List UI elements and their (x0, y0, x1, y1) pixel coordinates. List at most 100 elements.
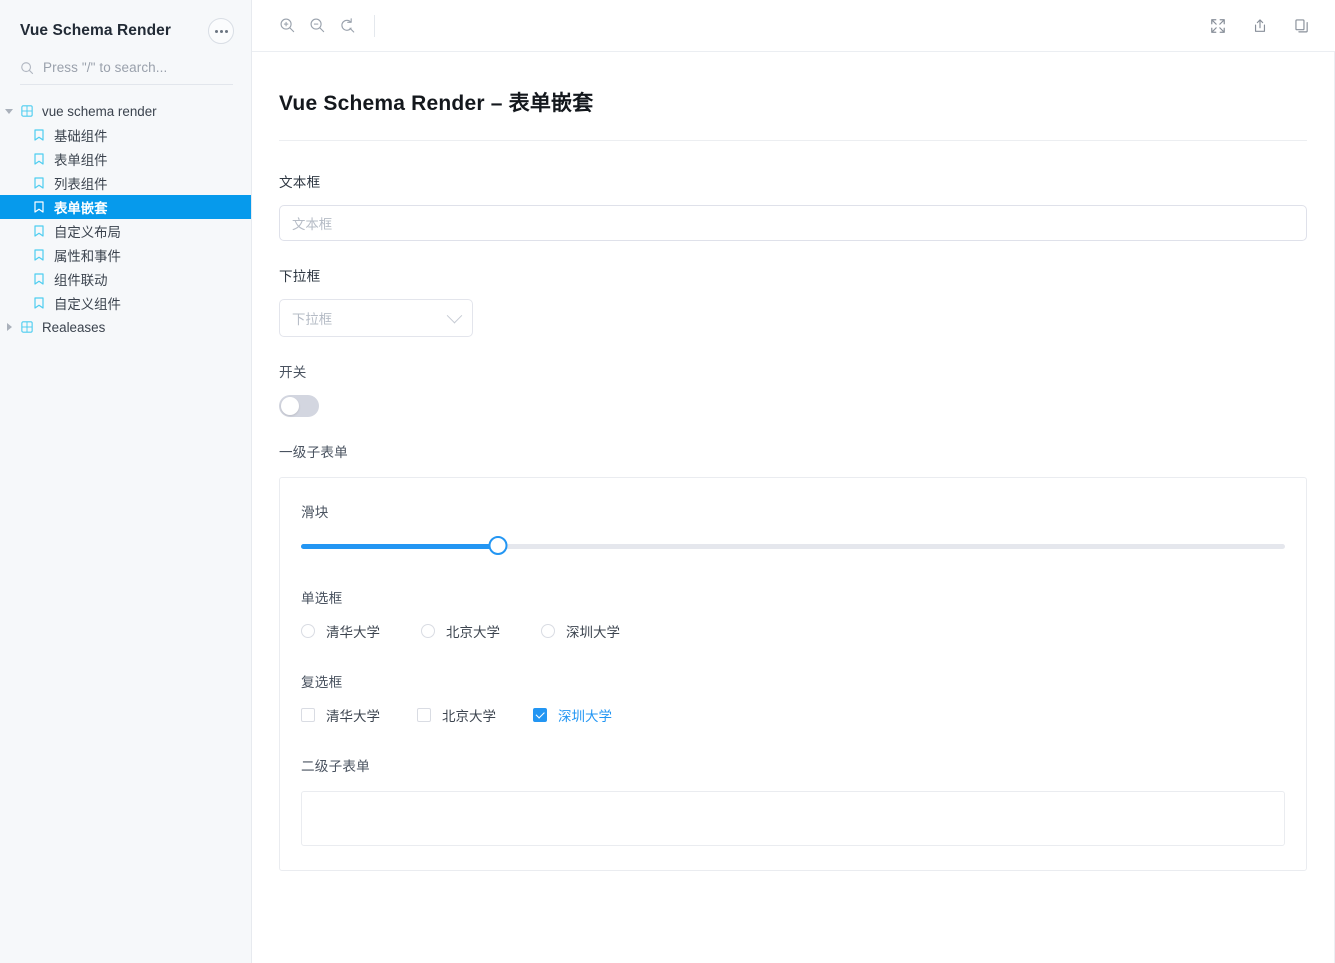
radio-label: 北京大学 (446, 625, 500, 640)
field-label: 滑块 (301, 505, 329, 520)
search-icon (21, 61, 34, 74)
sidebar-header: Vue Schema Render (0, 0, 251, 50)
sidebar-item-label: 基础组件 (54, 129, 108, 144)
sidebar-item-custom-components[interactable]: 自定义组件 (0, 291, 251, 315)
checkbox-icon (417, 708, 431, 722)
bookmark-icon (30, 153, 48, 165)
field-label: 单选框 (301, 591, 343, 606)
main-area: Vue Schema Render – 表单嵌套 文本框 文本框 下拉框 下拉框 (252, 0, 1335, 963)
toolbar (252, 0, 1335, 52)
subform-level1-card: 滑块 单选框 清华大学 北京大学 深圳大学 复选框 清华大学 北京大学 深圳大学… (279, 477, 1307, 871)
checkbox-label: 深圳大学 (558, 709, 612, 724)
slider-fill (301, 544, 498, 549)
chevron-down-icon (446, 307, 463, 323)
chevron-right-icon[interactable] (0, 323, 18, 331)
share-button[interactable] (1245, 11, 1275, 41)
sidebar-item-realeases[interactable]: Realeases (0, 315, 251, 339)
sidebar-item-form-nesting[interactable]: 表单嵌套 (0, 195, 251, 219)
radio-label: 清华大学 (326, 625, 380, 640)
radio-label: 深圳大学 (566, 625, 620, 640)
field-select: 下拉框 下拉框 (279, 265, 1307, 337)
field-checkbox-group: 复选框 清华大学 北京大学 深圳大学 (301, 671, 1285, 725)
toolbar-divider (374, 14, 375, 37)
reset-zoom-button[interactable] (332, 11, 362, 41)
copy-icon (1295, 18, 1308, 32)
bookmark-icon (30, 225, 48, 237)
app-root: Vue Schema Render Press "/" to search... (0, 0, 1335, 963)
sidebar-item-label: 属性和事件 (54, 249, 121, 264)
ellipsis-icon (214, 29, 228, 33)
field-radio-group: 单选框 清华大学 北京大学 深圳大学 (301, 587, 1285, 641)
field-label: 复选框 (301, 675, 343, 690)
zoom-in-icon (280, 18, 294, 33)
radio-options: 清华大学 北京大学 深圳大学 (301, 621, 1285, 641)
checkbox-label: 清华大学 (326, 709, 380, 724)
sidebar-item-props-and-events[interactable]: 属性和事件 (0, 243, 251, 267)
bookmark-icon (30, 177, 48, 189)
content-canvas: Vue Schema Render – 表单嵌套 文本框 文本框 下拉框 下拉框 (252, 52, 1335, 963)
sidebar-item-component-linkage[interactable]: 组件联动 (0, 267, 251, 291)
grid-icon (18, 105, 36, 117)
subform1-label: 一级子表单 (279, 445, 348, 460)
reset-zoom-icon (340, 18, 354, 33)
textbox-input[interactable]: 文本框 (279, 205, 1307, 241)
grid-icon (18, 321, 36, 333)
bookmark-icon (30, 249, 48, 261)
fullscreen-icon (1211, 18, 1225, 33)
page-content: Vue Schema Render – 表单嵌套 文本框 文本框 下拉框 下拉框 (279, 52, 1307, 871)
sidebar-item-label: 自定义组件 (54, 297, 121, 312)
field-slider: 滑块 (301, 501, 1285, 557)
select-dropdown[interactable]: 下拉框 (279, 299, 473, 337)
chevron-down-icon[interactable] (0, 108, 18, 114)
sidebar-item-label: vue schema render (42, 103, 157, 119)
radio-option-peking[interactable]: 北京大学 (421, 621, 500, 641)
sidebar-item-form-components[interactable]: 表单组件 (0, 147, 251, 171)
field-switch: 开关 (279, 361, 1307, 417)
sidebar-item-custom-layout[interactable]: 自定义布局 (0, 219, 251, 243)
radio-option-shenzhen[interactable]: 深圳大学 (541, 621, 620, 641)
sidebar-title: Vue Schema Render (20, 22, 172, 39)
radio-icon (301, 624, 315, 638)
switch-toggle[interactable] (279, 395, 319, 417)
slider-control[interactable] (301, 535, 1285, 557)
checkbox-label: 北京大学 (442, 709, 496, 724)
sidebar-item-basic-components[interactable]: 基础组件 (0, 123, 251, 147)
radio-icon (541, 624, 555, 638)
sidebar-item-label: Realeases (42, 319, 106, 335)
checkbox-option-peking[interactable]: 北京大学 (417, 705, 496, 725)
bookmark-icon (30, 273, 48, 285)
slider-thumb[interactable] (488, 536, 508, 555)
checkbox-option-shenzhen[interactable]: 深圳大学 (533, 705, 612, 725)
checkbox-icon-checked (533, 708, 547, 722)
subform-level2-card (301, 791, 1285, 846)
bookmark-icon (30, 201, 48, 213)
field-label: 文本框 (279, 175, 321, 190)
sidebar-item-label: 列表组件 (54, 177, 108, 192)
checkbox-icon (301, 708, 315, 722)
sidebar-item-label: 表单嵌套 (54, 201, 108, 216)
sidebar-more-button[interactable] (208, 18, 234, 44)
sidebar-item-vue-schema-render[interactable]: vue schema render (0, 99, 251, 123)
bookmark-icon (30, 297, 48, 309)
field-subform-level1: 一级子表单 滑块 单选框 清华大学 北京大学 深圳大学 复选框 清华大学 北京大… (279, 441, 1307, 871)
radio-icon (421, 624, 435, 638)
zoom-out-icon (310, 18, 324, 33)
sidebar: Vue Schema Render Press "/" to search... (0, 0, 252, 963)
zoom-in-button[interactable] (272, 11, 302, 41)
sidebar-tree: vue schema render 基础组件 表单组件 列表组件 表单嵌套 自定… (0, 99, 251, 339)
toolbar-left-group (272, 11, 375, 41)
copy-button[interactable] (1287, 11, 1317, 41)
zoom-out-button[interactable] (302, 11, 332, 41)
sidebar-item-list-components[interactable]: 列表组件 (0, 171, 251, 195)
title-divider (279, 140, 1307, 141)
radio-option-tsinghua[interactable]: 清华大学 (301, 621, 380, 641)
subform2-label: 二级子表单 (301, 759, 370, 774)
share-icon (1254, 18, 1266, 32)
switch-knob (281, 397, 299, 415)
checkbox-option-tsinghua[interactable]: 清华大学 (301, 705, 380, 725)
toolbar-right-group (1203, 11, 1317, 41)
bookmark-icon (30, 129, 48, 141)
field-label: 下拉框 (279, 269, 321, 284)
search-input[interactable]: Press "/" to search... (20, 60, 233, 85)
fullscreen-button[interactable] (1203, 11, 1233, 41)
